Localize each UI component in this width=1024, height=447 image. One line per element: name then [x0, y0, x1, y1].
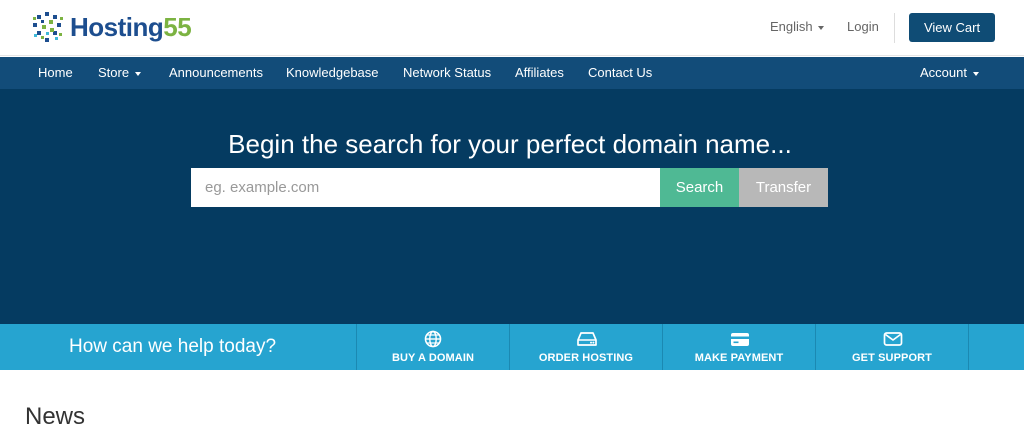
order-hosting-link[interactable]: ORDER HOSTING [509, 324, 662, 370]
nav-label: Announcements [169, 65, 263, 80]
globe-icon [424, 330, 442, 348]
top-header: Hosting55 English Login View Cart [0, 0, 1024, 56]
domain-search-input[interactable] [191, 168, 660, 207]
nav-label: Contact Us [588, 65, 653, 80]
help-strip-divider [968, 324, 969, 370]
help-strip: How can we help today? BUY A DOMAIN ORDE… [0, 324, 1024, 370]
domain-search-hero: Begin the search for your perfect domain… [0, 89, 1024, 324]
language-label: English [770, 19, 813, 34]
news-section-title: News [25, 403, 86, 430]
help-link-label: GET SUPPORT [852, 352, 932, 364]
nav-item-store[interactable]: Store [98, 57, 142, 89]
domain-search-form: Search Transfer [191, 168, 828, 207]
view-cart-button[interactable]: View Cart [909, 13, 995, 42]
logo-number: 55 [163, 11, 192, 42]
logo-mark-icon [30, 9, 66, 45]
search-button[interactable]: Search [660, 168, 739, 207]
credit-card-icon [731, 333, 749, 346]
header-divider [894, 13, 895, 43]
nav-label: Affiliates [515, 65, 564, 80]
nav-label: Store [98, 65, 130, 80]
language-selector[interactable]: English [770, 19, 824, 34]
nav-item-affiliates[interactable]: Affiliates [515, 57, 564, 89]
nav-item-announcements[interactable]: Announcements [169, 57, 263, 89]
nav-item-contact-us[interactable]: Contact Us [588, 57, 652, 89]
nav-item-knowledgebase[interactable]: Knowledgebase [286, 57, 379, 89]
logo-text: Hosting55 [70, 11, 192, 43]
help-link-label: ORDER HOSTING [538, 352, 634, 364]
nav-item-home[interactable]: Home [38, 57, 73, 89]
buy-a-domain-link[interactable]: BUY A DOMAIN [356, 324, 509, 370]
help-link-label: MAKE PAYMENT [694, 352, 784, 364]
help-title: How can we help today? [69, 336, 277, 357]
logo[interactable]: Hosting55 [28, 6, 192, 48]
nav-label: Account [920, 65, 967, 80]
chevron-down-icon [135, 71, 142, 76]
hero-title: Begin the search for your perfect domain… [228, 129, 792, 159]
server-icon [577, 332, 597, 346]
main-nav: Home Store Announcements Knowledgebase N… [0, 57, 1024, 89]
get-support-link[interactable]: GET SUPPORT [815, 324, 968, 370]
nav-item-network-status[interactable]: Network Status [403, 57, 491, 89]
make-payment-link[interactable]: MAKE PAYMENT [662, 324, 815, 370]
chevron-down-icon [817, 25, 824, 30]
nav-label: Network Status [403, 65, 492, 80]
nav-item-account[interactable]: Account [920, 57, 979, 89]
envelope-icon [883, 332, 903, 346]
nav-label: Home [38, 65, 73, 80]
login-link[interactable]: Login [847, 19, 879, 34]
logo-word: Hosting [70, 11, 164, 42]
nav-label: Knowledgebase [286, 65, 379, 80]
transfer-button[interactable]: Transfer [739, 168, 828, 207]
chevron-down-icon [972, 71, 979, 76]
help-link-label: BUY A DOMAIN [391, 352, 475, 364]
